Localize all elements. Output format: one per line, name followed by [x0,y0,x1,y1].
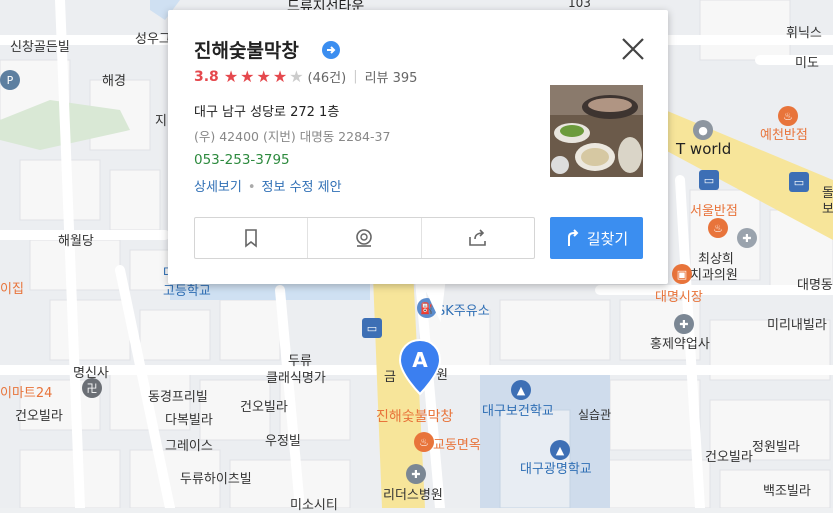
map-label: 금 [384,370,396,385]
star-icon: ★ [223,66,239,86]
map-label: 성우그 [135,32,171,47]
market-icon[interactable]: ▣ [672,264,692,284]
shop-icon[interactable]: ● [693,120,713,140]
save-button[interactable] [195,218,309,258]
dental-icon[interactable]: ✚ [737,228,757,248]
share-button[interactable] [422,218,534,258]
map-label: 건오빌라 [15,409,63,424]
star-icon: ★ [272,66,288,86]
star-icon: ★ [256,66,271,86]
star-icon: ★ [240,66,255,86]
bus-stop-icon[interactable]: ▭ [699,170,719,190]
edit-suggest-link[interactable]: 정보 수정 제안 [262,180,342,195]
rating-score: 3.8 [194,68,219,85]
marker-letter: A [412,348,428,372]
map-label: 신창골든빌 [10,40,70,55]
map-label: T world [676,140,732,158]
roadview-icon [356,229,373,247]
map-label: 지 [155,114,167,129]
school-icon[interactable]: ▲ [550,440,570,460]
map-label: 교동면옥 [433,438,481,453]
map-label: 대구보건학교 [482,404,554,419]
popup-links: 상세보기 • 정보 수정 제안 [194,176,342,195]
roadview-button[interactable] [308,218,422,258]
rating-row: 3.8 ★ ★ ★ ★ ★ (46건) | 리뷰 395 [194,67,417,86]
address-detail: (우) 42400 (지번) 대명동 2284-37 [194,129,391,144]
directions-label: 길찾기 [586,229,629,248]
place-title[interactable]: 진해숯불막창 [194,36,299,63]
map-label: 보 [822,202,833,217]
parking-icon[interactable]: P [0,70,20,90]
bookmark-icon [245,229,257,248]
map-label: 동경프리빌 [148,390,208,405]
map-label: 홍제약업사 [650,337,710,352]
place-info-popup: 진해숯불막창 3.8 ★ ★ ★ ★ ★ (46건) | 리뷰 395 대구 남… [168,10,668,284]
blog-review-count[interactable]: 리뷰 395 [365,67,418,86]
map-label: 우정빌 [265,434,301,449]
map-label: 해월당 [58,234,94,249]
map-label: 예천반점 [760,128,808,143]
map-label: 다복빌라 [165,413,213,428]
detail-link[interactable]: 상세보기 [194,180,242,195]
pharmacy-icon[interactable]: ✚ [674,314,694,334]
map-label: 이마트24 [0,386,53,401]
map-label: 대구광명학교 [520,462,592,477]
map-label: 실습관 [578,408,612,422]
map-label: 클래식명가 [266,371,326,386]
map-label: 서울반점 [690,204,738,219]
arrow-right-icon[interactable] [322,41,340,59]
star-empty-icon: ★ [289,66,304,86]
phone-number[interactable]: 053-253-3795 [194,152,290,168]
map-label: 백조빌라 [763,484,811,499]
directions-icon [567,229,579,246]
hospital-icon[interactable]: ✚ [406,464,426,484]
divider: | [353,69,358,84]
map-label: 해경 [102,74,126,89]
restaurant-icon[interactable]: ♨ [414,432,434,452]
map-label: 리더스병원 [383,488,443,503]
restaurant-icon[interactable]: ♨ [708,218,728,238]
map-label: 대명동 [797,278,833,293]
divider-dot: • [247,180,256,195]
map-label: 진해숯불막창 [376,409,454,425]
map-label: 103 [568,0,591,10]
review-count[interactable]: (46건) [308,67,347,86]
map-label: 미소시티 [290,498,338,513]
bus-stop-icon[interactable]: ▭ [362,318,382,338]
map-label: 건오빌라 [705,450,753,465]
place-photo[interactable] [550,85,643,177]
place-marker[interactable]: A [398,338,442,398]
map-label: 휘닉스 [786,26,822,41]
close-icon[interactable] [620,36,646,62]
temple-icon[interactable]: 卍 [82,378,102,398]
map-label: 미도 [795,56,819,71]
map-label: 이집 [0,282,24,297]
school-icon[interactable]: ▲ [511,380,531,400]
restaurant-icon[interactable]: ♨ [778,106,798,126]
action-buttons [194,217,535,259]
map-label: 치과의원 [690,268,738,283]
address: 대구 남구 성당로 272 1층 [194,105,340,120]
directions-button[interactable]: 길찾기 [550,217,643,259]
map-label: 그레이스 [165,439,213,454]
map-label: 정원빌라 [752,440,800,455]
map-label: 건오빌라 [240,400,288,415]
bus-stop-icon[interactable]: ▭ [789,172,809,192]
map-label: 두류하이츠빌 [180,472,252,487]
map-label: 미리내빌라 [767,318,827,333]
map-label: 대명시장 [655,290,703,305]
share-icon [469,229,486,246]
